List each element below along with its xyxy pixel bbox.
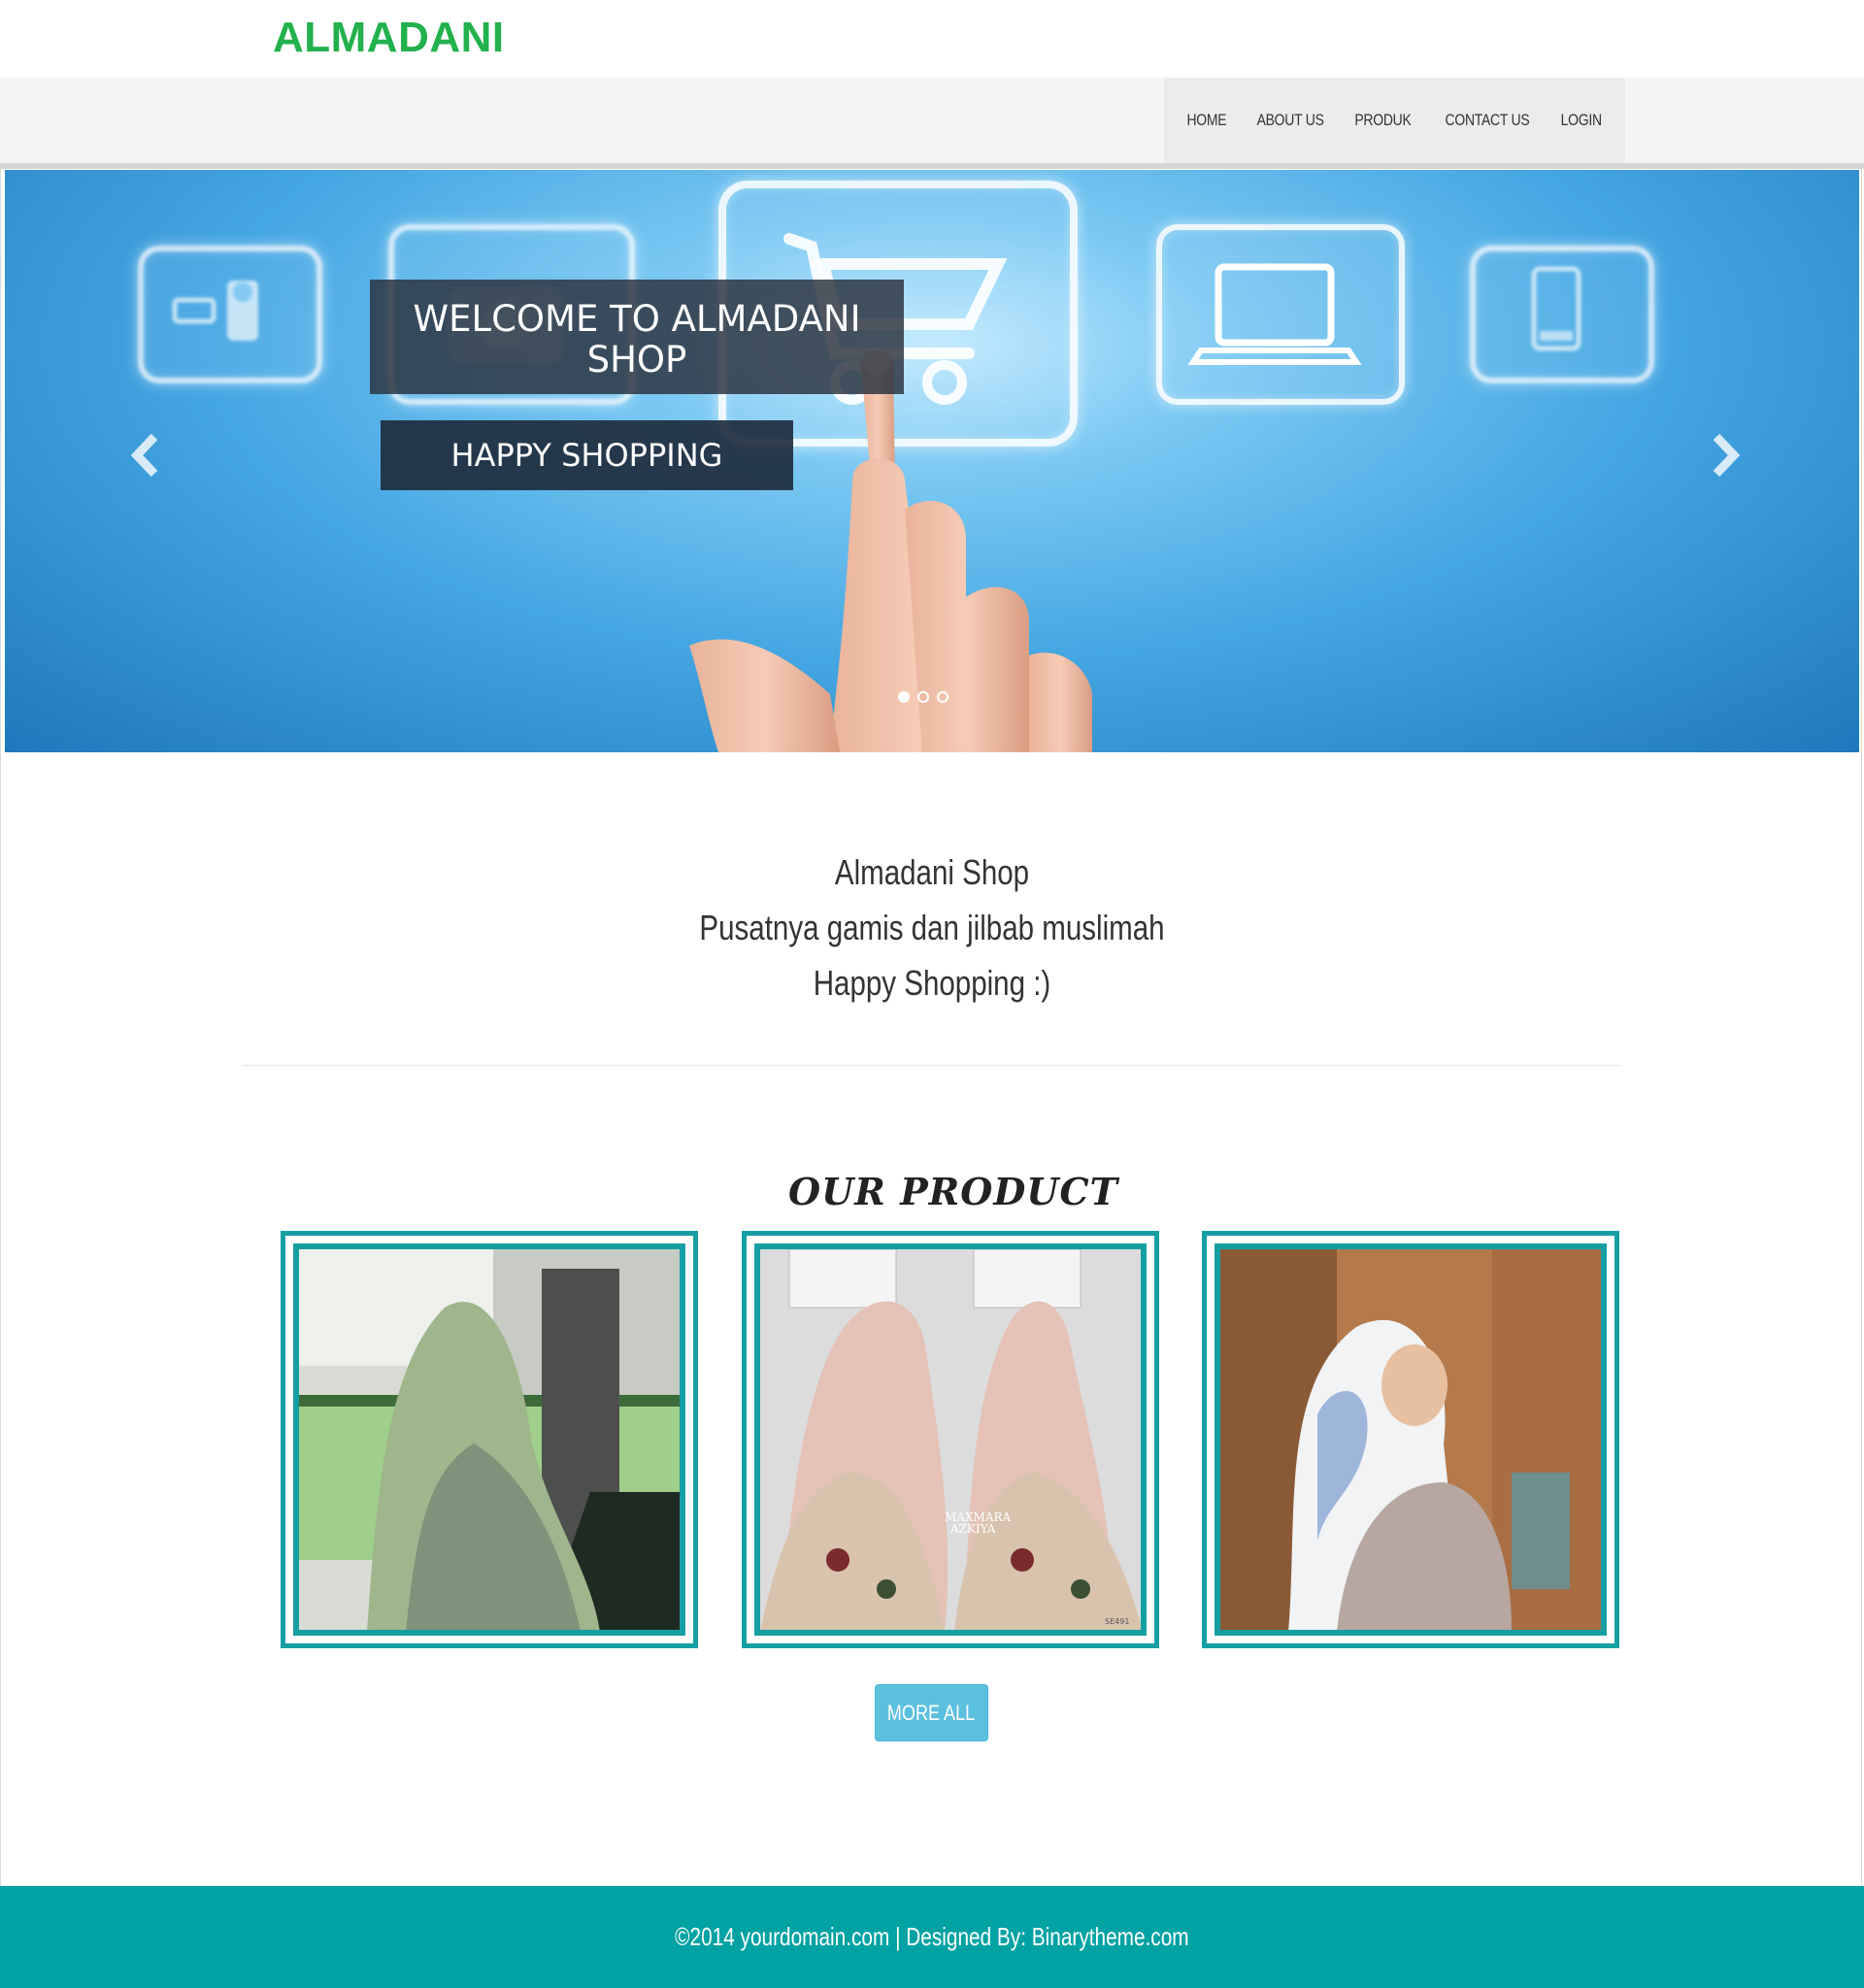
mobile-phone-icon xyxy=(1470,246,1654,383)
nav-about-us[interactable]: ABOUT US xyxy=(1256,111,1323,130)
intro-text: Almadani Shop Pusatnya gamis dan jilbab … xyxy=(0,845,1864,1011)
badge-text-line: AZKIYA xyxy=(949,1522,996,1536)
nav-login[interactable]: LOGIN xyxy=(1561,111,1602,130)
product-image xyxy=(293,1243,685,1636)
navbar: HOME ABOUT US PRODUK CONTACT US LOGIN xyxy=(0,78,1864,169)
intro-line: Pusatnya gamis dan jilbab muslimah xyxy=(699,908,1165,947)
product-image: MAXMARA AZKIYA SE491 xyxy=(754,1243,1147,1636)
more-all-button[interactable]: MORE ALL xyxy=(875,1684,988,1741)
slider-indicator[interactable] xyxy=(937,691,949,703)
section-divider xyxy=(242,1065,1620,1066)
slider-caption-subtitle: HAPPY SHOPPING xyxy=(381,420,793,490)
product-image xyxy=(1215,1243,1607,1636)
product-card[interactable] xyxy=(281,1231,698,1648)
hero-slider: WELCOME TO ALMADANI SHOP HAPPY SHOPPING xyxy=(5,170,1859,752)
nav-produk[interactable]: PRODUK xyxy=(1355,111,1412,130)
intro-line: Happy Shopping :) xyxy=(813,963,1051,1003)
site-footer: ©2014 yourdomain.com | Designed By: Bina… xyxy=(0,1886,1864,1988)
slider-indicator[interactable] xyxy=(898,691,910,703)
product-card[interactable] xyxy=(1202,1231,1619,1648)
top-header: ALMADANI xyxy=(0,0,1864,78)
slider-next-button[interactable] xyxy=(1706,432,1745,490)
products-heading: OUR PRODUCT xyxy=(788,1170,1118,1213)
intro-line: Almadani Shop xyxy=(834,852,1030,892)
main-nav: HOME ABOUT US PRODUK CONTACT US LOGIN xyxy=(1164,78,1625,163)
slider-prev-button[interactable] xyxy=(126,432,165,490)
chevron-right-icon xyxy=(1713,433,1741,478)
slider-indicators xyxy=(898,691,949,703)
product-card[interactable]: MAXMARA AZKIYA SE491 xyxy=(742,1231,1159,1648)
nav-contact-us[interactable]: CONTACT US xyxy=(1445,111,1529,130)
slider-indicator[interactable] xyxy=(917,691,929,703)
footer-text: ©2014 yourdomain.com | Designed By: Bina… xyxy=(675,1922,1189,1951)
nav-home[interactable]: HOME xyxy=(1187,111,1227,130)
chevron-left-icon xyxy=(130,433,158,478)
slider-caption-title: WELCOME TO ALMADANI SHOP xyxy=(370,280,904,394)
video-camera-icon xyxy=(138,246,322,383)
more-all-label: MORE ALL xyxy=(887,1701,976,1725)
badge-code: SE491 xyxy=(1105,1617,1129,1626)
site-logo[interactable]: ALMADANI xyxy=(273,14,505,62)
